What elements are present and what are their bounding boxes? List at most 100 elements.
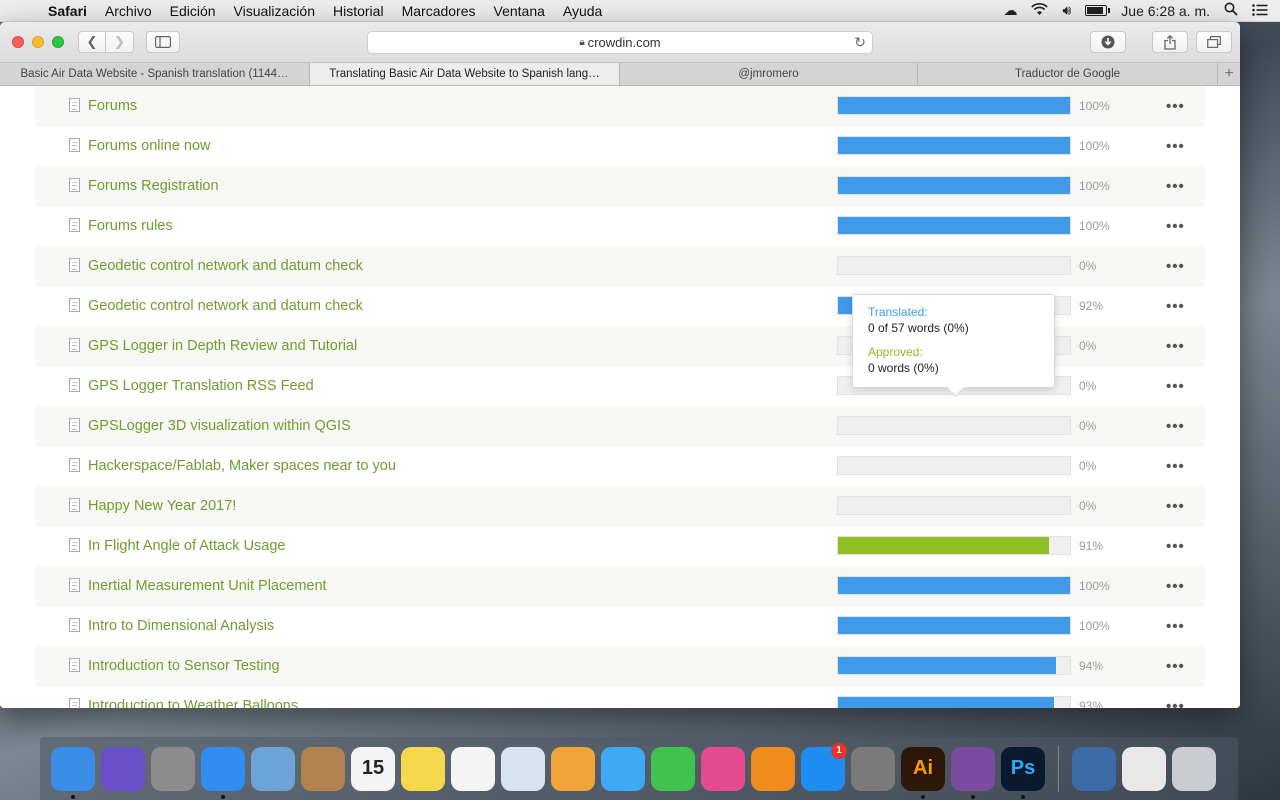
file-row[interactable]: In Flight Angle of Attack Usage 91% ••• bbox=[35, 526, 1205, 566]
more-options-icon[interactable]: ••• bbox=[1166, 418, 1185, 435]
illustrator-icon[interactable]: Ai bbox=[901, 746, 945, 799]
file-name-link[interactable]: Inertial Measurement Unit Placement bbox=[88, 578, 327, 594]
facetime-icon[interactable] bbox=[651, 746, 695, 791]
file-name-link[interactable]: Introduction to Weather Balloons bbox=[88, 698, 298, 708]
finder-icon[interactable] bbox=[51, 746, 95, 799]
messages-icon[interactable] bbox=[601, 746, 645, 791]
menu-marcadores[interactable]: Marcadores bbox=[393, 3, 485, 19]
sidebar-toggle-button[interactable] bbox=[146, 31, 180, 53]
safari-icon[interactable] bbox=[201, 746, 245, 799]
progress-bar[interactable] bbox=[837, 656, 1071, 675]
progress-bar[interactable] bbox=[837, 96, 1071, 115]
photo-booth-icon[interactable] bbox=[501, 746, 545, 791]
github-icon[interactable] bbox=[951, 746, 995, 799]
tab-jmromero[interactable]: @jmromero bbox=[620, 63, 918, 85]
file-row[interactable]: Geodetic control network and datum check… bbox=[35, 246, 1205, 286]
notes-icon[interactable] bbox=[401, 746, 445, 791]
menu-archivo[interactable]: Archivo bbox=[96, 3, 161, 19]
file-name-link[interactable]: Geodetic control network and datum check bbox=[88, 298, 363, 314]
back-button[interactable]: ❮ bbox=[78, 31, 106, 53]
more-options-icon[interactable]: ••• bbox=[1166, 578, 1185, 595]
show-all-tabs-button[interactable] bbox=[1196, 31, 1232, 53]
tab-spanish-translation[interactable]: Basic Air Data Website - Spanish transla… bbox=[0, 63, 310, 85]
progress-bar[interactable] bbox=[837, 416, 1071, 435]
trash-icon[interactable] bbox=[1172, 746, 1216, 791]
system-preferences-icon[interactable] bbox=[851, 746, 895, 791]
tab-google-translate[interactable]: Traductor de Google bbox=[918, 63, 1218, 85]
file-name-link[interactable]: Forums bbox=[88, 98, 137, 114]
file-row[interactable]: Forums online now 100% ••• bbox=[35, 126, 1205, 166]
file-name-link[interactable]: Forums rules bbox=[88, 218, 173, 234]
file-row[interactable]: Introduction to Weather Balloons 93% ••• bbox=[35, 686, 1205, 708]
file-row[interactable]: Intro to Dimensional Analysis 100% ••• bbox=[35, 606, 1205, 646]
file-name-link[interactable]: GPS Logger in Depth Review and Tutorial bbox=[88, 338, 357, 354]
photoshop-icon[interactable]: Ps bbox=[1001, 746, 1045, 799]
file-name-link[interactable]: Forums Registration bbox=[88, 178, 219, 194]
volume-icon[interactable]: 🔊︎ bbox=[1062, 2, 1071, 19]
more-options-icon[interactable]: ••• bbox=[1166, 338, 1185, 355]
reminders-icon[interactable] bbox=[451, 746, 495, 791]
menubar-clock[interactable]: Jue 6:28 a. m. bbox=[1121, 3, 1210, 19]
more-options-icon[interactable]: ••• bbox=[1166, 538, 1185, 555]
progress-bar[interactable] bbox=[837, 696, 1071, 708]
more-options-icon[interactable]: ••• bbox=[1166, 498, 1185, 515]
file-row[interactable]: GPSLogger 3D visualization within QGIS 0%… bbox=[35, 406, 1205, 446]
tab-translating-website[interactable]: Translating Basic Air Data Website to Sp… bbox=[310, 63, 620, 85]
calendar-icon[interactable]: 15 bbox=[351, 746, 395, 791]
progress-bar[interactable] bbox=[837, 216, 1071, 235]
address-bar[interactable]: 🔒︎ crowdin.com ↻ bbox=[367, 31, 873, 54]
file-row[interactable]: Forums rules 100% ••• bbox=[35, 206, 1205, 246]
fullscreen-window-button[interactable] bbox=[52, 36, 64, 48]
file-row[interactable]: Hackerspace/Fablab, Maker spaces near to… bbox=[35, 446, 1205, 486]
file-row[interactable]: Forums 100% ••• bbox=[35, 86, 1205, 126]
file-row[interactable]: Forums Registration 100% ••• bbox=[35, 166, 1205, 206]
progress-bar[interactable] bbox=[837, 536, 1071, 555]
ibooks-icon[interactable] bbox=[751, 746, 795, 791]
file-row[interactable]: Happy New Year 2017! 0% ••• bbox=[35, 486, 1205, 526]
more-options-icon[interactable]: ••• bbox=[1166, 298, 1185, 315]
share-button[interactable] bbox=[1152, 31, 1188, 53]
file-name-link[interactable]: Hackerspace/Fablab, Maker spaces near to… bbox=[88, 458, 396, 474]
reload-icon[interactable]: ↻ bbox=[854, 34, 866, 51]
menu-ayuda[interactable]: Ayuda bbox=[554, 3, 611, 19]
more-options-icon[interactable]: ••• bbox=[1166, 658, 1185, 675]
minimize-window-button[interactable] bbox=[32, 36, 44, 48]
progress-bar[interactable] bbox=[837, 176, 1071, 195]
siri-icon[interactable] bbox=[101, 746, 145, 791]
window-thumbnail-icon[interactable] bbox=[1122, 746, 1166, 791]
file-name-link[interactable]: Forums online now bbox=[88, 138, 211, 154]
more-options-icon[interactable]: ••• bbox=[1166, 178, 1185, 195]
file-row[interactable]: Inertial Measurement Unit Placement 100% •… bbox=[35, 566, 1205, 606]
downloads-stack-icon[interactable] bbox=[1072, 746, 1116, 791]
contacts-icon[interactable] bbox=[301, 746, 345, 791]
mail-icon[interactable] bbox=[251, 746, 295, 791]
battery-icon[interactable] bbox=[1085, 5, 1111, 16]
new-tab-button[interactable]: + bbox=[1218, 63, 1240, 85]
progress-bar[interactable] bbox=[837, 136, 1071, 155]
photos-icon[interactable] bbox=[551, 746, 595, 791]
more-options-icon[interactable]: ••• bbox=[1166, 698, 1185, 709]
more-options-icon[interactable]: ••• bbox=[1166, 258, 1185, 275]
file-name-link[interactable]: GPSLogger 3D visualization within QGIS bbox=[88, 418, 351, 434]
file-name-link[interactable]: Geodetic control network and datum check bbox=[88, 258, 363, 274]
close-window-button[interactable] bbox=[12, 36, 24, 48]
downloads-button[interactable] bbox=[1090, 31, 1126, 53]
spotlight-search-icon[interactable] bbox=[1224, 2, 1238, 19]
more-options-icon[interactable]: ••• bbox=[1166, 138, 1185, 155]
progress-bar[interactable] bbox=[837, 456, 1071, 475]
file-name-link[interactable]: Introduction to Sensor Testing bbox=[88, 658, 280, 674]
more-options-icon[interactable]: ••• bbox=[1166, 378, 1185, 395]
launchpad-icon[interactable] bbox=[151, 746, 195, 791]
progress-bar[interactable] bbox=[837, 256, 1071, 275]
menu-edicion[interactable]: Edición bbox=[161, 3, 225, 19]
menu-historial[interactable]: Historial bbox=[324, 3, 393, 19]
progress-bar[interactable] bbox=[837, 616, 1071, 635]
progress-bar[interactable] bbox=[837, 496, 1071, 515]
file-name-link[interactable]: Intro to Dimensional Analysis bbox=[88, 618, 274, 634]
more-options-icon[interactable]: ••• bbox=[1166, 618, 1185, 635]
app-store-icon[interactable]: 1 bbox=[801, 742, 847, 791]
creative-cloud-icon[interactable]: ☁ bbox=[1003, 2, 1017, 19]
notification-center-icon[interactable] bbox=[1252, 3, 1268, 19]
menu-visualizacion[interactable]: Visualización bbox=[225, 3, 324, 19]
more-options-icon[interactable]: ••• bbox=[1166, 98, 1185, 115]
